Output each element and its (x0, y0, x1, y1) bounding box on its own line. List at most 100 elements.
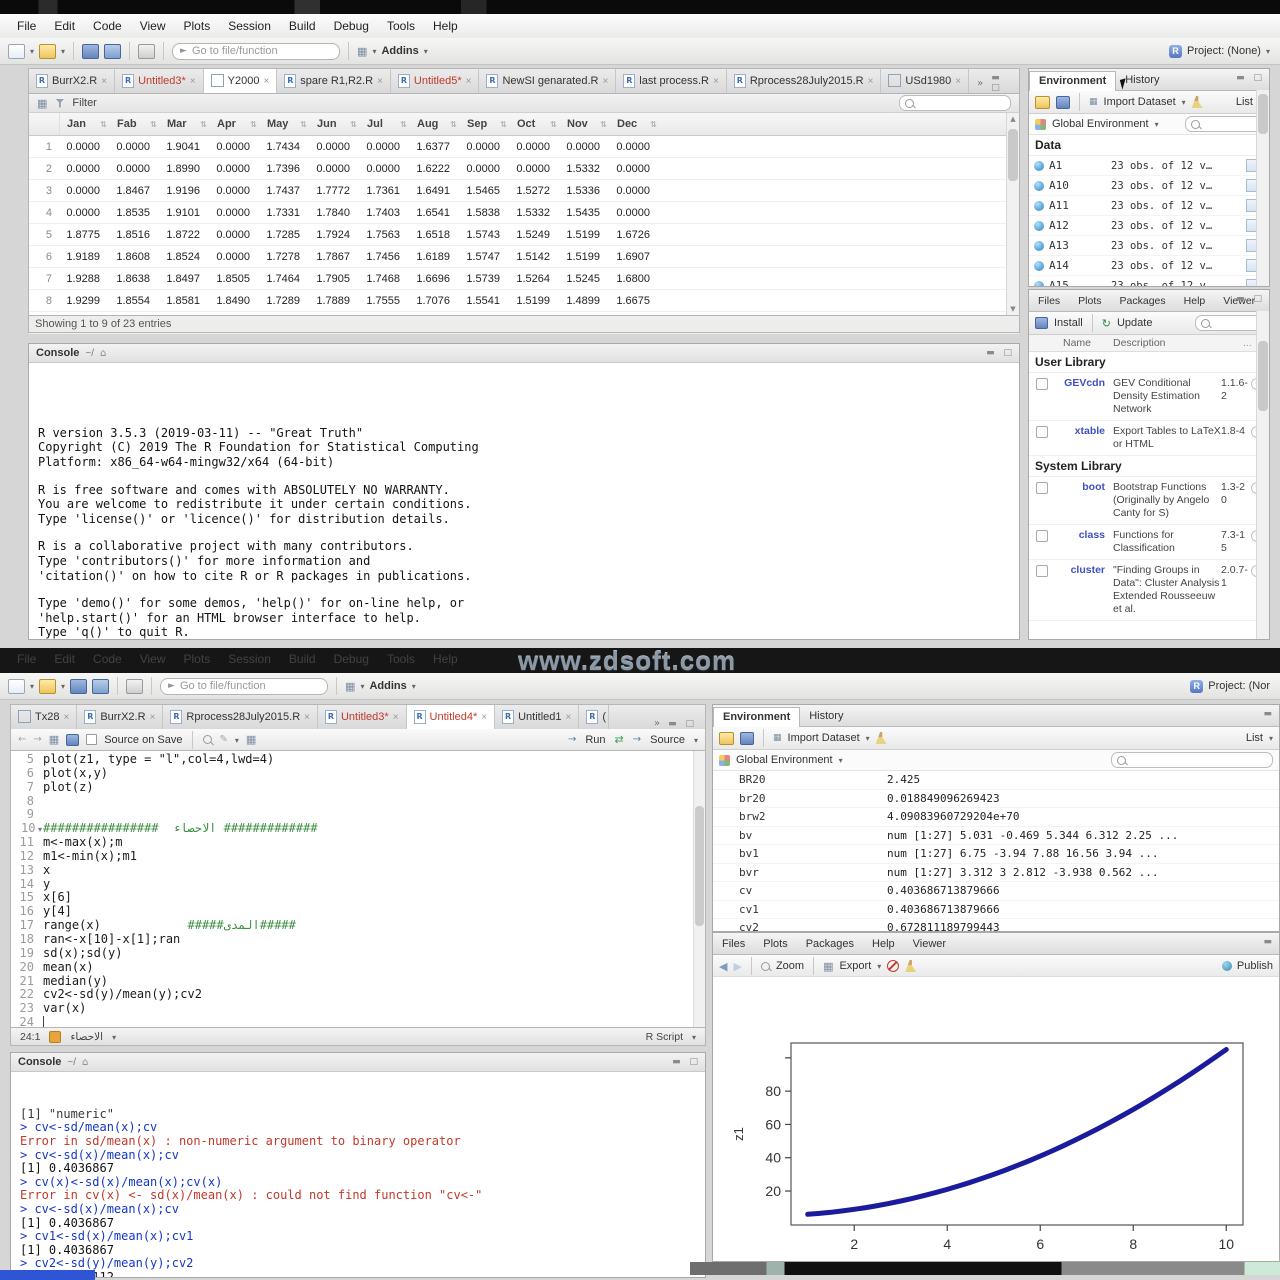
editor-tab[interactable]: Tx28 (11, 704, 77, 729)
editor-tab[interactable]: Rprocess28July2015.R (163, 704, 318, 729)
install-button[interactable]: Install (1054, 317, 1083, 329)
save-all-icon[interactable] (104, 44, 121, 59)
column-header[interactable]: Nov (560, 113, 610, 135)
environment-item[interactable]: A11 23 obs. of 12 v… (1029, 196, 1269, 216)
global-env-selector[interactable]: Global Environment (1052, 118, 1149, 130)
column-header[interactable]: Oct (510, 113, 560, 135)
package-name[interactable]: GEVcdn (1055, 377, 1113, 416)
sort-icon[interactable] (550, 118, 557, 130)
table-search-input[interactable] (899, 95, 1011, 111)
close-icon[interactable] (377, 75, 383, 87)
package-row[interactable]: cluster "Finding Groups in Data": Cluste… (1029, 560, 1269, 621)
next-plot-icon[interactable]: ▶ (733, 960, 741, 973)
environment-item[interactable]: A10 23 obs. of 12 v… (1029, 176, 1269, 196)
editor-tab[interactable]: Untitled3* (318, 704, 407, 729)
back-icon[interactable]: ← (18, 734, 26, 745)
packages-search-input[interactable] (1195, 315, 1263, 331)
environment-scrollbar[interactable] (1256, 90, 1269, 287)
panes-grid-icon[interactable]: ▦ (345, 680, 355, 693)
editor-tab[interactable]: Rprocess28July2015.R (727, 68, 882, 93)
editor-tab[interactable]: NewSI genarated.R (479, 68, 616, 93)
goto-file-input[interactable]: ► Go to file/function (160, 678, 328, 695)
load-workspace-icon[interactable] (719, 732, 734, 745)
packages-scrollbar[interactable] (1256, 311, 1269, 639)
package-name[interactable]: xtable (1055, 425, 1113, 451)
remove-plot-icon[interactable] (887, 960, 899, 972)
sort-icon[interactable] (150, 118, 157, 130)
editor-tab[interactable]: BurrX2.R (77, 704, 163, 729)
environment-item[interactable]: A12 23 obs. of 12 v… (1029, 216, 1269, 236)
column-header[interactable]: Jun (310, 113, 360, 135)
home-icon[interactable]: ⌂ (82, 1057, 88, 1068)
editor-tab[interactable]: spare R1,R2.R (277, 68, 391, 93)
source-button[interactable]: Source (650, 734, 685, 746)
close-icon[interactable] (955, 75, 961, 87)
environment-item[interactable]: A1 23 obs. of 12 v… (1029, 156, 1269, 176)
editor-tab[interactable]: Untitled3* (115, 68, 204, 93)
save-icon[interactable] (66, 734, 79, 746)
column-header[interactable]: Apr (210, 113, 260, 135)
project-menu[interactable]: R Project: (None) (1169, 38, 1270, 64)
save-workspace-icon[interactable] (740, 732, 754, 745)
panes-grid-icon[interactable]: ▦ (357, 45, 367, 58)
goto-file-input[interactable]: ► Go to file/function (172, 43, 340, 60)
import-dataset-button[interactable]: Import Dataset (788, 732, 860, 744)
menu-item[interactable]: Debug (325, 16, 378, 36)
print-icon[interactable] (138, 44, 155, 59)
close-icon[interactable] (566, 711, 572, 723)
column-header[interactable]: Sep (460, 113, 510, 135)
environment-variable[interactable]: bv num [1:27] 5.031 -0.469 5.344 6.312 2… (713, 827, 1279, 846)
list-view-button[interactable]: List (1236, 96, 1253, 108)
pane-minmax-icons[interactable]: ▬ □ (1236, 73, 1265, 83)
column-header[interactable]: Fab (110, 113, 160, 135)
editor-tab[interactable]: USd1980 (881, 68, 969, 93)
close-icon[interactable] (63, 711, 69, 723)
pane-tab[interactable]: Viewer (904, 935, 955, 954)
pane-minmax-icons[interactable]: ▬ □ (672, 1057, 701, 1067)
open-file-icon[interactable] (39, 679, 56, 694)
sort-icon[interactable] (600, 118, 607, 130)
menu-item[interactable]: Build (280, 16, 325, 36)
pane-tab[interactable]: Help (1175, 292, 1215, 311)
menu-item[interactable]: Tools (378, 16, 424, 36)
package-name[interactable]: class (1055, 529, 1113, 555)
list-view-button[interactable]: List (1246, 732, 1263, 744)
column-header[interactable]: Aug (410, 113, 460, 135)
tab-overflow-icon[interactable]: » (654, 718, 660, 729)
environment-item[interactable]: A14 23 obs. of 12 v… (1029, 256, 1269, 276)
column-header[interactable]: Mar (160, 113, 210, 135)
close-icon[interactable] (713, 75, 719, 87)
global-env-selector[interactable]: Global Environment (736, 754, 833, 766)
environment-item[interactable]: A15 23 obs. of 12 v… (1029, 276, 1269, 287)
editor-tab[interactable]: Y2000 (204, 68, 278, 93)
package-name[interactable]: cluster (1055, 564, 1113, 616)
environment-variable[interactable]: brw2 4.09083960729204e+70 (713, 808, 1279, 827)
addins-caret-icon[interactable] (424, 45, 428, 57)
menu-item[interactable]: Plots (175, 16, 220, 36)
new-file-icon[interactable] (8, 44, 25, 59)
clear-objects-icon[interactable] (876, 732, 887, 744)
load-workspace-icon[interactable] (1035, 96, 1050, 109)
package-row[interactable]: class Functions for Classification 7.3-1… (1029, 525, 1269, 560)
import-dataset-button[interactable]: Import Dataset (1104, 96, 1176, 108)
pane-tab[interactable]: Plots (1069, 292, 1110, 311)
pane-tab[interactable]: Files (713, 935, 754, 954)
sort-icon[interactable] (250, 118, 257, 130)
pane-tab[interactable]: Help (863, 935, 904, 954)
package-checkbox[interactable] (1036, 565, 1048, 577)
panes-caret-icon[interactable] (372, 45, 376, 57)
forward-icon[interactable]: → (33, 734, 41, 745)
menu-item[interactable]: Edit (45, 16, 84, 36)
print-icon[interactable] (126, 679, 143, 694)
tab-history[interactable]: History (800, 707, 852, 726)
open-file-icon[interactable] (39, 44, 56, 59)
popout-icon[interactable]: ▦ (49, 733, 59, 746)
export-button[interactable]: Export (839, 960, 871, 972)
magic-wand-icon[interactable]: ✎ (219, 734, 227, 745)
pane-tab[interactable]: Packages (797, 935, 863, 954)
save-icon[interactable] (70, 679, 87, 694)
close-icon[interactable] (868, 75, 874, 87)
compile-report-icon[interactable]: ▦ (246, 733, 256, 746)
package-row[interactable]: boot Bootstrap Functions (Originally by … (1029, 477, 1269, 525)
environment-variable[interactable]: cv1 0.403686713879666 (713, 901, 1279, 920)
